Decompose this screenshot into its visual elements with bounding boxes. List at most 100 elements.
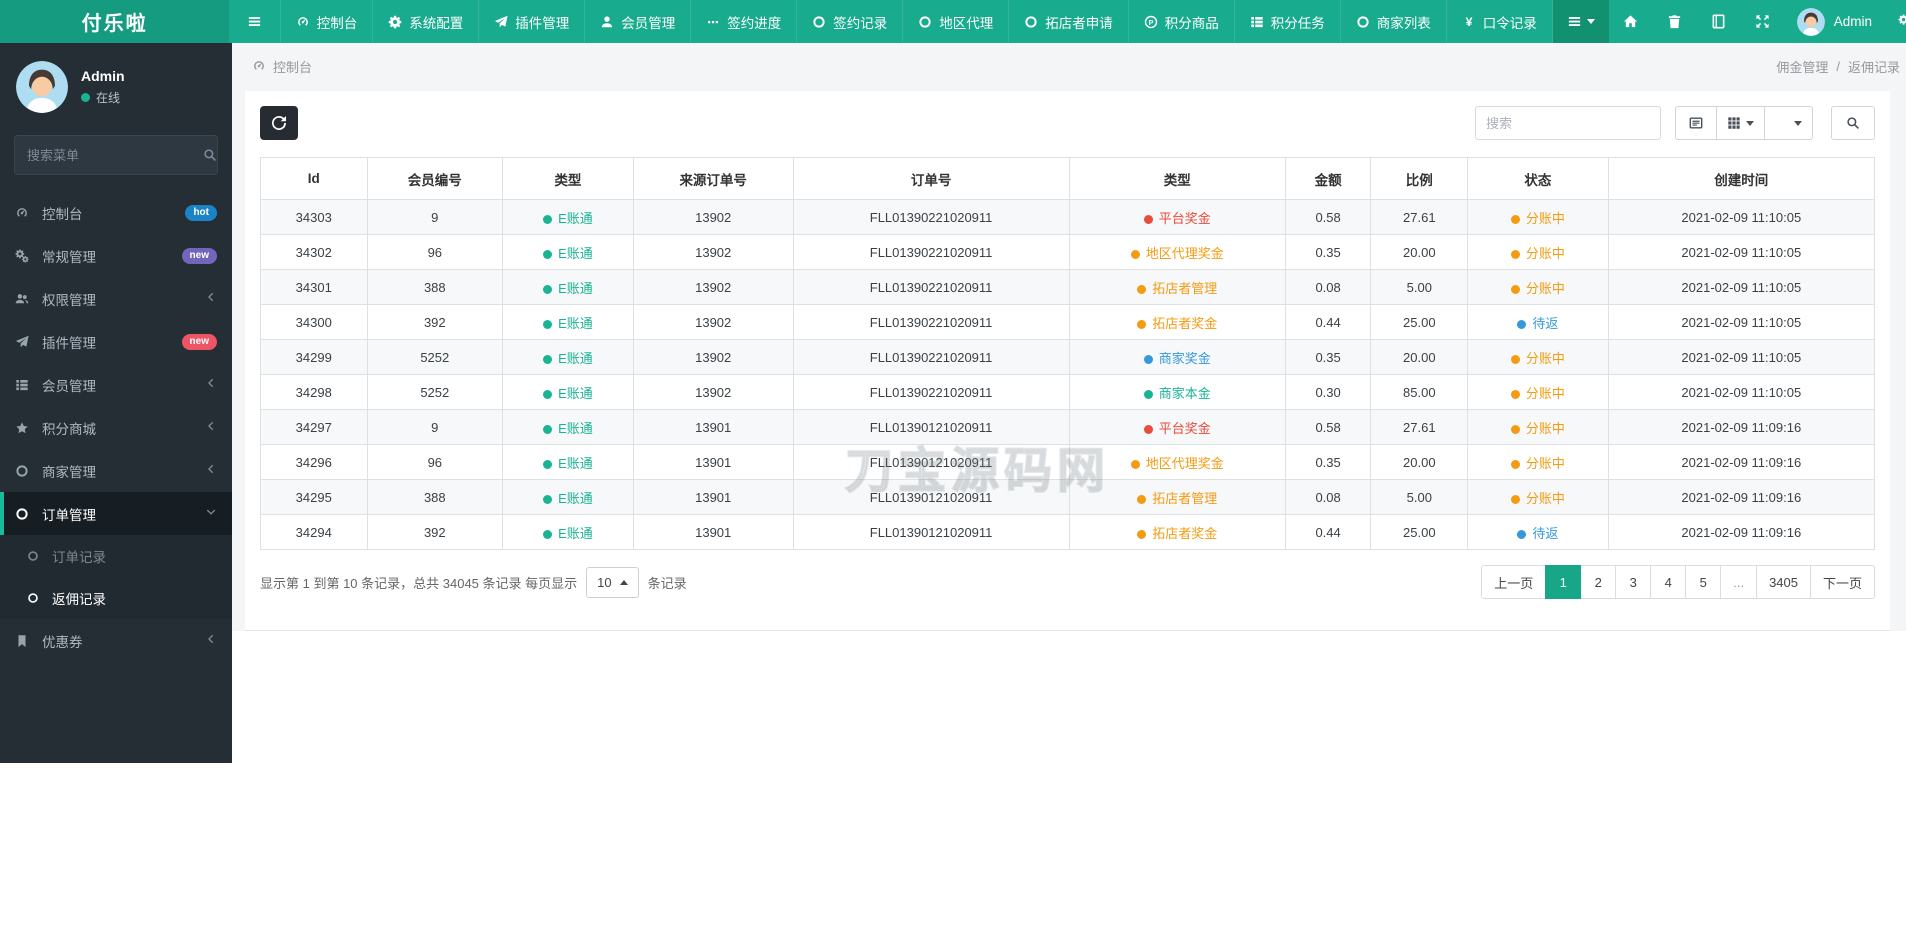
pagination-next[interactable]: 下一页 xyxy=(1809,565,1875,599)
pagination-page-2[interactable]: 2 xyxy=(1580,565,1617,599)
cell-award-type-label: 地区代理奖金 xyxy=(1145,455,1224,471)
cell-source: 13901 xyxy=(632,514,794,550)
cell-amount: 0.08 xyxy=(1284,479,1372,515)
status-dot xyxy=(543,319,553,329)
cell-etype: E账通 xyxy=(502,374,634,410)
sidebar-search xyxy=(14,135,218,175)
expand-button[interactable] xyxy=(1741,0,1785,43)
columns-button[interactable] xyxy=(1716,106,1765,140)
pagination-page-4[interactable]: 4 xyxy=(1650,565,1687,599)
trash-button[interactable] xyxy=(1653,0,1697,43)
cell-created: 2021-02-09 11:10:05 xyxy=(1607,234,1876,270)
sidebar-item-常规管理[interactable]: 常规管理 new xyxy=(0,234,232,277)
status-dot xyxy=(1143,424,1153,434)
book-button[interactable] xyxy=(1697,0,1741,43)
status-dot xyxy=(543,494,553,504)
settings-gears-icon[interactable] xyxy=(1884,0,1906,43)
chevron-left-icon xyxy=(205,291,217,306)
cell-status: 待返 xyxy=(1467,304,1609,340)
nav-item-4[interactable]: 会员管理 xyxy=(585,0,692,43)
home-button[interactable] xyxy=(1609,0,1653,43)
sidebar-item-优惠券[interactable]: 优惠券 xyxy=(0,619,232,662)
sidebar-item-商家管理[interactable]: 商家管理 xyxy=(0,449,232,492)
sidebar-item-权限管理[interactable]: 权限管理 xyxy=(0,277,232,320)
column-header-7: 金额 xyxy=(1284,157,1372,200)
refresh-button[interactable] xyxy=(260,106,298,140)
users-icon xyxy=(15,292,29,306)
sidebar-user-status: 在线 xyxy=(81,89,125,106)
sidebar-toggle-button[interactable] xyxy=(229,0,281,43)
pcircle-icon: P xyxy=(1144,15,1158,29)
sidebar: Admin 在线 控制台 hot 常规管理 new 权限管理插件管理 new 会员管理积分商… xyxy=(0,43,232,763)
breadcrumb: 控制台 佣金管理 / 返佣记录 xyxy=(232,43,1906,89)
nav-item-6[interactable]: 签约记录 xyxy=(797,0,904,43)
cell-created: 2021-02-09 11:10:05 xyxy=(1607,374,1876,410)
pagination-page-3405[interactable]: 3405 xyxy=(1756,565,1811,599)
cell-ratio: 27.61 xyxy=(1370,409,1469,445)
nav-list-dropdown-button[interactable] xyxy=(1552,0,1609,43)
view-buttons-group xyxy=(1675,106,1813,140)
sidebar-item-控制台[interactable]: 控制台 hot xyxy=(0,191,232,234)
commission-records-panel: Id会员编号类型来源订单号订单号类型金额比例状态创建时间 343039E账通13… xyxy=(245,91,1890,631)
sidebar-submenu: 订单记录 返佣记录 xyxy=(0,535,232,619)
breadcrumb-home-label: 控制台 xyxy=(273,59,313,75)
pagination-page-1[interactable]: 1 xyxy=(1545,565,1582,599)
nav-item-5[interactable]: 签约进度 xyxy=(691,0,798,43)
book-icon xyxy=(1711,14,1726,29)
status-dot xyxy=(543,354,553,364)
cell-ratio: 25.00 xyxy=(1370,304,1469,340)
nav-item-9[interactable]: P 积分商品 xyxy=(1129,0,1235,43)
cell-order_no: FLL01390121020911 xyxy=(792,514,1070,550)
table-search-input[interactable] xyxy=(1475,106,1661,140)
cell-etype-label: E账通 xyxy=(558,245,593,261)
sidebar-item-订单管理[interactable]: 订单管理 xyxy=(0,492,232,535)
cell-amount: 0.08 xyxy=(1284,269,1372,305)
status-dot xyxy=(1517,319,1527,329)
breadcrumb-home[interactable]: 控制台 xyxy=(252,57,312,76)
chevron-down-icon xyxy=(205,506,217,521)
cell-award-type-label: 拓店者管理 xyxy=(1152,280,1218,296)
chevD-icon xyxy=(205,506,217,518)
cell-id: 34295 xyxy=(260,479,368,515)
pagination-page-3[interactable]: 3 xyxy=(1615,565,1652,599)
sidebar-item-返佣记录[interactable]: 返佣记录 xyxy=(0,577,232,619)
cell-award-type-label: 商家奖金 xyxy=(1158,350,1211,366)
search-button[interactable] xyxy=(1831,106,1875,140)
cell-id: 34303 xyxy=(260,199,368,235)
pagination-ellipsis: ... xyxy=(1720,565,1758,599)
page-size-select[interactable]: 10 xyxy=(586,566,639,598)
sidebar-item-label: 积分商城 xyxy=(42,421,96,437)
chevL-icon xyxy=(205,377,217,389)
sidebar-item-积分商城[interactable]: 积分商城 xyxy=(0,406,232,449)
pagination-prev[interactable]: 上一页 xyxy=(1481,565,1547,599)
nav-item-2[interactable]: 系统配置 xyxy=(373,0,480,43)
cell-etype: E账通 xyxy=(502,514,634,550)
cell-source: 13901 xyxy=(632,479,794,515)
sidebar-item-订单记录[interactable]: 订单记录 xyxy=(0,535,232,577)
cell-award-type-label: 地区代理奖金 xyxy=(1145,245,1224,261)
detail-view-button[interactable] xyxy=(1675,106,1717,140)
nav-item-10[interactable]: 积分任务 xyxy=(1235,0,1341,43)
tasks-icon xyxy=(15,378,29,392)
nav-item-12[interactable]: ¥ 口令记录 xyxy=(1447,0,1553,43)
nav-item-8[interactable]: 拓店者申请 xyxy=(1009,0,1129,43)
sidebar-search-input[interactable] xyxy=(27,147,203,163)
cell-order_no: FLL01390221020911 xyxy=(792,339,1070,375)
sidebar-item-会员管理[interactable]: 会员管理 xyxy=(0,363,232,406)
cell-ratio: 85.00 xyxy=(1370,374,1469,410)
export-button[interactable] xyxy=(1764,106,1813,140)
cell-created: 2021-02-09 11:10:05 xyxy=(1607,269,1876,305)
brand[interactable]: 付乐啦 xyxy=(0,0,230,43)
cell-award-type: 平台奖金 xyxy=(1068,199,1286,235)
user-menu[interactable]: Admin xyxy=(1785,7,1884,36)
nav-item-11[interactable]: 商家列表 xyxy=(1341,0,1447,43)
cell-amount: 0.58 xyxy=(1284,199,1372,235)
sidebar-item-插件管理[interactable]: 插件管理 new xyxy=(0,320,232,363)
cell-status-label: 待返 xyxy=(1532,315,1559,331)
page-size-value: 10 xyxy=(597,574,612,590)
nav-item-7[interactable]: 地区代理 xyxy=(903,0,1010,43)
pagination-page-5[interactable]: 5 xyxy=(1685,565,1722,599)
cell-ratio: 20.00 xyxy=(1370,234,1469,270)
nav-item-3[interactable]: 插件管理 xyxy=(479,0,586,43)
nav-item-1[interactable]: 控制台 xyxy=(281,0,374,43)
